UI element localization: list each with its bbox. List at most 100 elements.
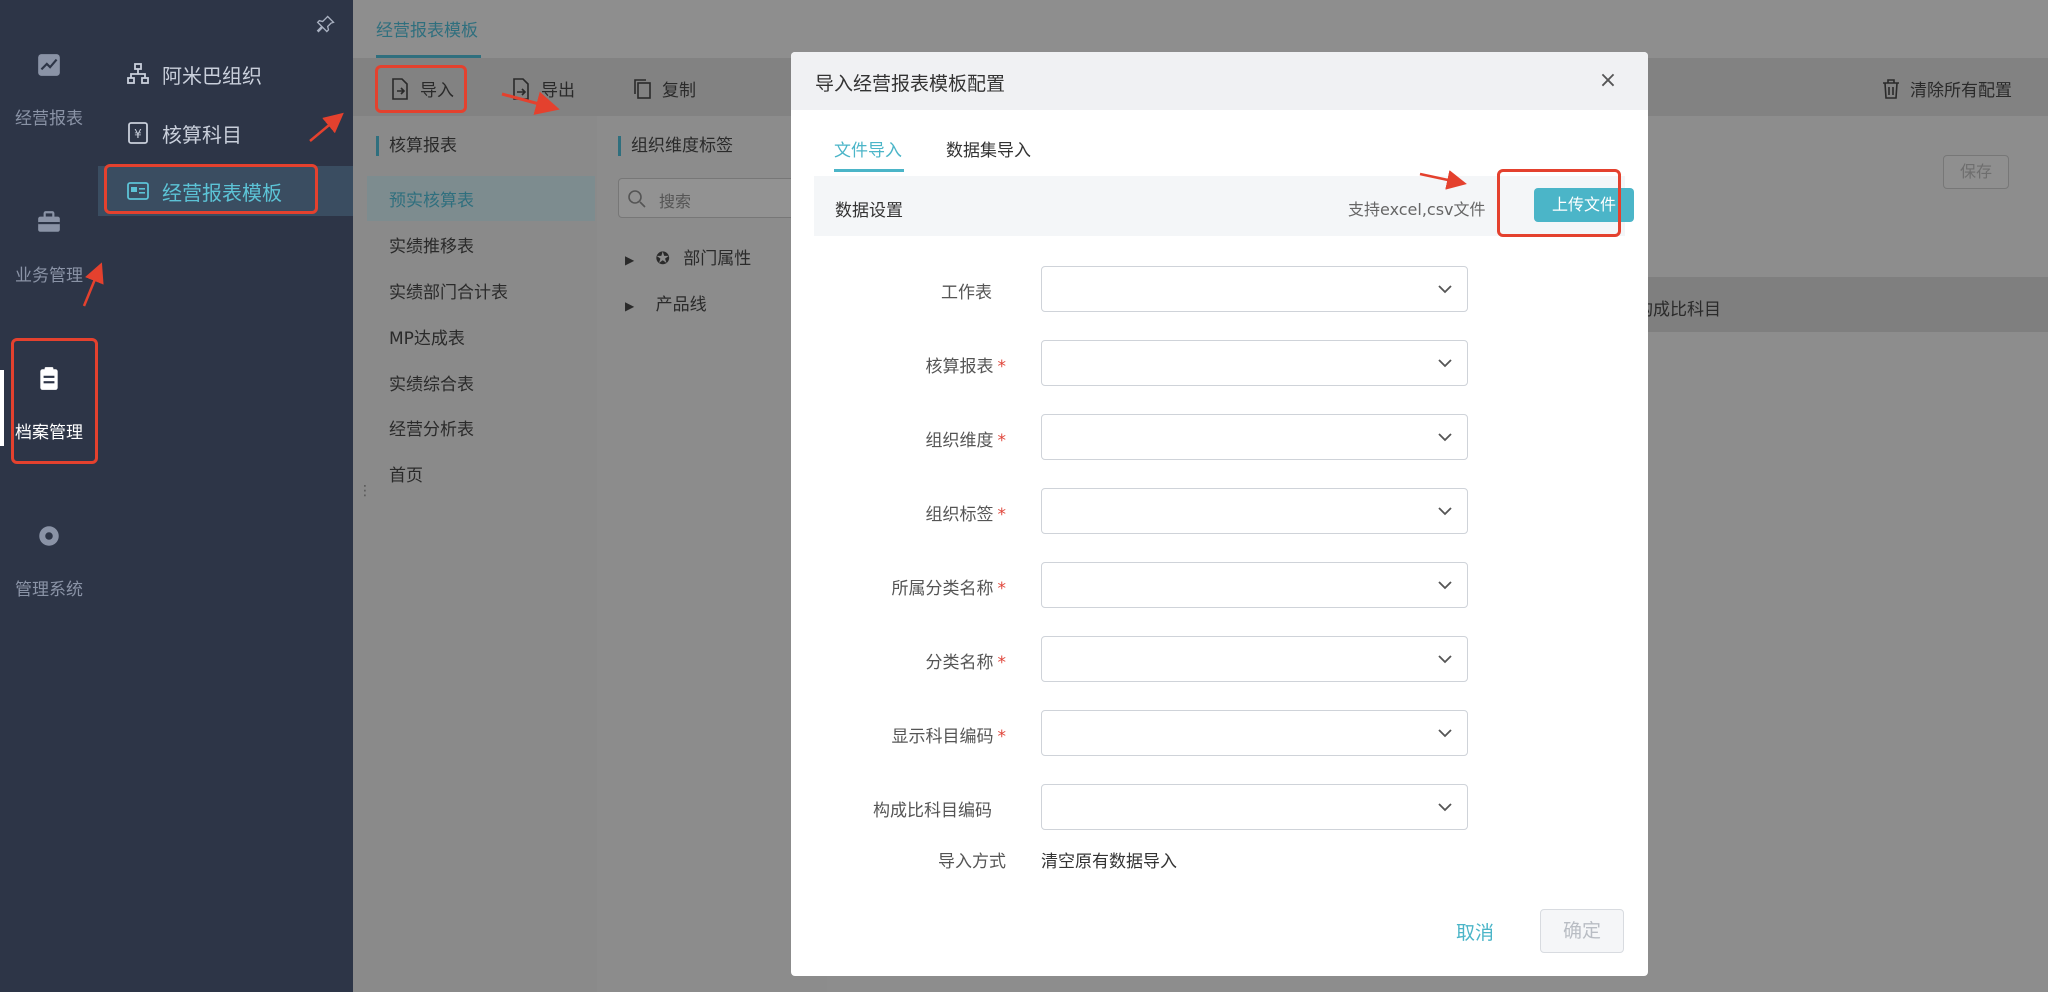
tree-node-label: 产品线 [655,295,707,315]
tab-bar: 经营报表模板 [353,0,2048,58]
field-label: 工作表 [791,278,1006,303]
close-icon[interactable]: × [1597,70,1619,92]
annotation-box [104,164,318,214]
line-chart-icon [38,54,60,76]
required-asterisk: * [997,505,1007,525]
export-button[interactable]: 导出 [511,76,575,101]
field-select[interactable] [1041,488,1468,534]
field-select[interactable] [1041,562,1468,608]
chevron-down-icon [1438,433,1452,442]
field-select[interactable] [1041,784,1468,830]
field-select[interactable] [1041,636,1468,682]
gear-icon [39,526,59,546]
star-circle-icon: ✪ [655,249,670,269]
upload-hint: 支持excel,csv文件 [1348,200,1486,219]
field-label-text: 显示科目编码 [891,727,994,747]
tree-node-label: 部门属性 [683,249,752,269]
field-select[interactable] [1041,414,1468,460]
tree-node-product[interactable]: ▶ 产品线 [625,290,707,315]
menu-item-amoeba-org[interactable]: 阿米巴组织 [126,53,262,95]
field-label-text: 构成比科目编码 [873,801,992,821]
copy-icon [634,78,651,99]
pin-icon[interactable] [316,14,336,34]
required-asterisk: * [997,653,1007,673]
field-label: 核算报表 * [791,352,1007,377]
field-label-text: 核算报表 [925,357,994,377]
import-mode-label: 导入方式 [938,852,1006,872]
tab-underline [834,169,904,172]
org-chart-icon [127,63,149,84]
copy-button[interactable]: 复制 [632,76,696,101]
resize-handle[interactable]: ⋮ [358,483,372,499]
field-label-text: 组织维度 [925,431,994,451]
save-button[interactable]: 保存 [1943,155,2009,189]
rail-item-system[interactable]: 管理系统 [0,523,98,600]
cancel-button[interactable]: 取消 [1456,918,1494,945]
field-label-text: 所属分类名称 [891,579,994,599]
list-item[interactable]: MP达成表 [389,324,465,349]
field-select[interactable] [1041,710,1468,756]
list-item[interactable]: 实绩推移表 [389,232,474,257]
annotation-box [375,65,467,113]
search-input[interactable]: 搜索 [618,178,818,218]
rail-label: 经营报表 [15,109,83,129]
field-select[interactable] [1041,266,1468,312]
list-item[interactable]: 经营分析表 [389,415,474,440]
tab-file-import[interactable]: 文件导入 [834,136,902,161]
field-label: 所属分类名称 * [791,574,1007,599]
chevron-down-icon [1438,655,1452,664]
list-item[interactable]: 实绩部门合计表 [389,278,508,303]
rail-item-business[interactable]: 业务管理 [0,209,98,286]
field-label-text: 分类名称 [925,653,994,673]
svg-text:¥: ¥ [134,127,142,141]
export-label: 导出 [541,81,575,101]
chevron-down-icon [1438,507,1452,516]
rail-label: 管理系统 [15,580,83,600]
required-asterisk: * [997,579,1007,599]
list-item[interactable]: 首页 [389,461,423,486]
field-label-text: 工作表 [941,283,992,303]
menu-item-accounting-subjects[interactable]: ¥ 核算科目 [126,112,242,154]
file-export-icon [513,77,529,100]
menu-item-label: 阿米巴组织 [162,63,262,88]
rail-active-indicator [0,370,4,446]
sub-menu: 阿米巴组织 ¥ 核算科目 经营报表模板 [98,0,353,992]
caret-right-icon[interactable]: ▶ [625,253,634,267]
list-item[interactable]: 预实核算表 [389,186,474,211]
list-item[interactable]: 实绩综合表 [389,370,474,395]
field-label: 构成比科目编码 [791,796,1006,821]
annotation-box [1497,169,1621,237]
dimension-panel-title: 组织维度标签 [618,136,733,156]
clear-all-button[interactable]: 清除所有配置 [1880,76,2012,101]
chevron-down-icon [1438,581,1452,590]
chevron-down-icon [1438,285,1452,294]
import-mode-value: 清空原有数据导入 [1041,852,1177,872]
caret-right-icon[interactable]: ▶ [625,299,634,313]
chevron-down-icon [1438,359,1452,368]
rail-item-reports[interactable]: 经营报表 [0,52,98,129]
required-asterisk: * [997,431,1007,451]
icon-rail: 经营报表 业务管理 档案管理 管理系统 [0,0,98,992]
table-cell: 构成比科目 [1636,300,1721,320]
field-label: 显示科目编码 * [791,722,1007,747]
menu-item-label: 核算科目 [162,122,242,147]
tab-dataset-import[interactable]: 数据集导入 [946,136,1031,161]
chevron-down-icon [1438,729,1452,738]
field-select[interactable] [1041,340,1468,386]
field-label: 分类名称 * [791,648,1007,673]
search-placeholder: 搜索 [659,192,692,211]
required-asterisk: * [997,357,1007,377]
clear-all-label: 清除所有配置 [1910,81,2012,101]
field-label: 组织维度 * [791,426,1007,451]
report-panel-title: 核算报表 [376,136,457,156]
data-settings-title: 数据设置 [835,201,903,221]
search-icon [628,190,646,208]
briefcase-icon [38,211,60,232]
confirm-button[interactable]: 确定 [1540,909,1624,953]
copy-label: 复制 [662,81,696,101]
required-asterisk: * [997,727,1007,747]
tab-report-template[interactable]: 经营报表模板 [376,16,478,41]
modal-header: 导入经营报表模板配置 × [791,52,1648,110]
tree-node-dept[interactable]: ▶ ✪ 部门属性 [625,244,751,269]
modal-title: 导入经营报表模板配置 [815,73,1006,95]
